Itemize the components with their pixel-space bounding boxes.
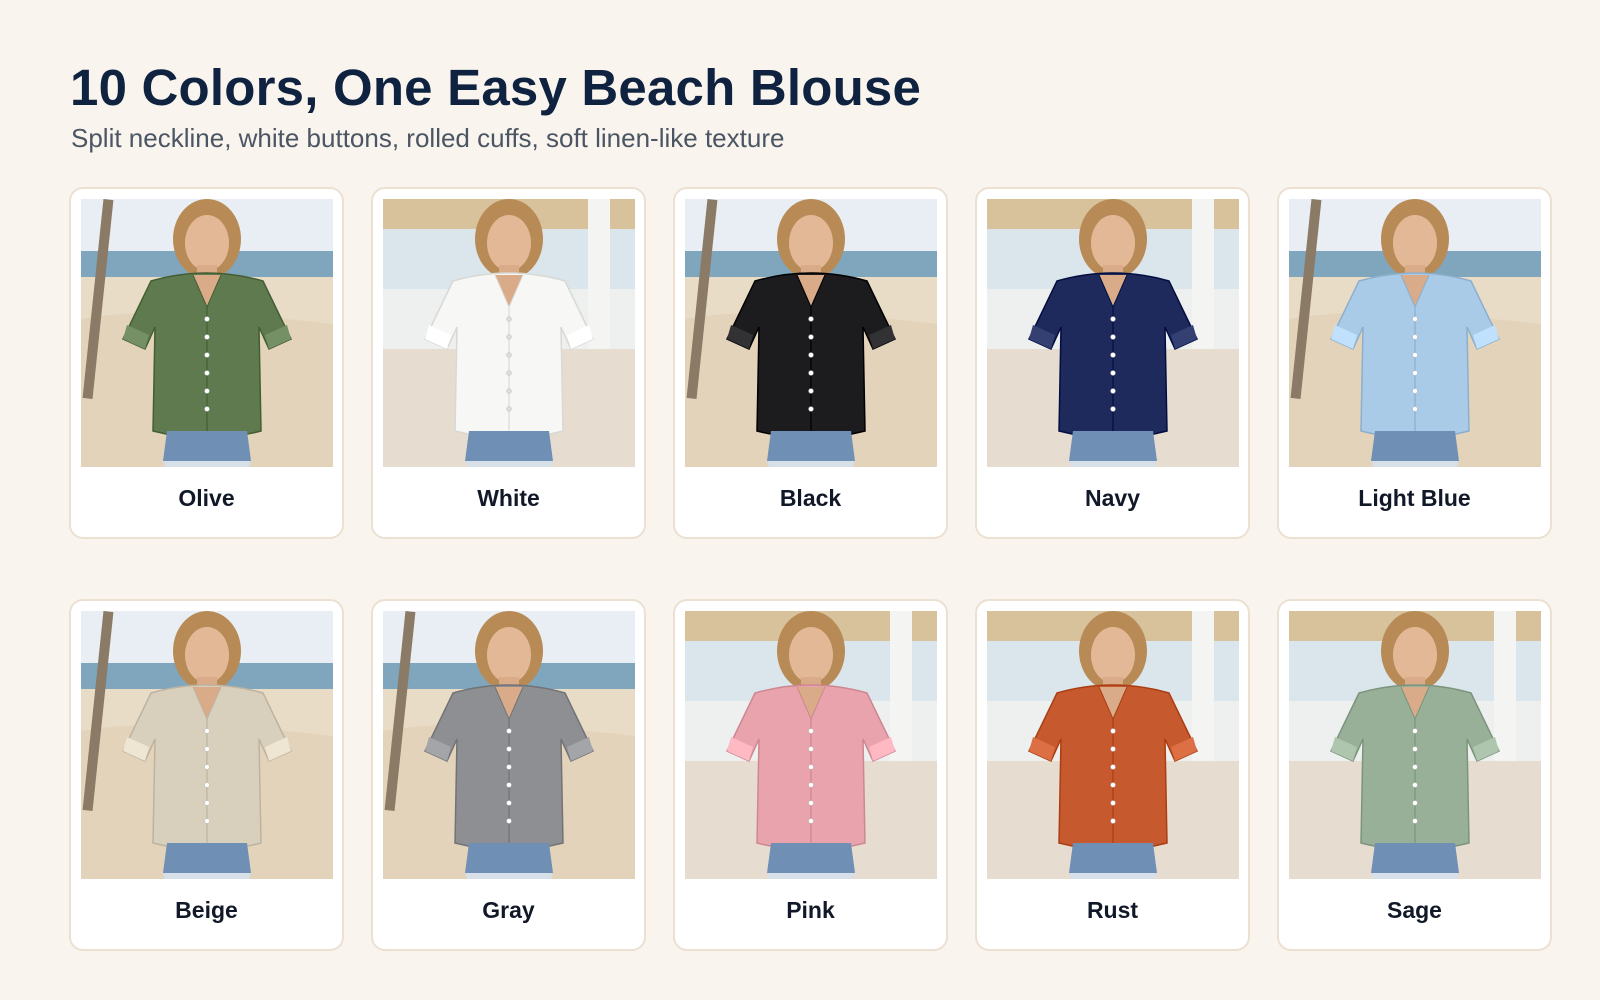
product-photo [81, 199, 333, 467]
product-photo [383, 611, 635, 879]
color-card-white[interactable]: White [371, 187, 646, 539]
color-card-light-blue[interactable]: Light Blue [1277, 187, 1552, 539]
color-label: Rust [1086, 897, 1139, 923]
color-card-black[interactable]: Black [673, 187, 948, 539]
product-photo [987, 199, 1239, 467]
color-label: Pink [786, 897, 835, 923]
color-label: Navy [1085, 485, 1140, 511]
product-photo [987, 611, 1239, 879]
color-card-sage[interactable]: Sage [1277, 599, 1552, 951]
product-photo [685, 611, 937, 879]
color-label: White [477, 485, 540, 511]
color-label: Sage [1387, 897, 1442, 923]
product-photo [1289, 199, 1541, 467]
color-label: Gray [482, 897, 535, 923]
color-label: Black [779, 485, 842, 511]
page-subtitle: Split neckline, white buttons, rolled cu… [71, 123, 785, 153]
color-grid: Olive White Black Navy Light Blue Beige … [69, 187, 1552, 951]
color-card-beige[interactable]: Beige [69, 599, 344, 951]
color-card-rust[interactable]: Rust [975, 599, 1250, 951]
color-label: Light Blue [1358, 485, 1471, 511]
color-card-navy[interactable]: Navy [975, 187, 1250, 539]
color-card-pink[interactable]: Pink [673, 599, 948, 951]
product-photo [81, 611, 333, 879]
color-label: Olive [178, 485, 235, 511]
color-card-gray[interactable]: Gray [371, 599, 646, 951]
color-card-olive[interactable]: Olive [69, 187, 344, 539]
product-photo [1289, 611, 1541, 879]
product-photo [383, 199, 635, 467]
color-label: Beige [175, 897, 238, 923]
page-title: 10 Colors, One Easy Beach Blouse [70, 59, 922, 116]
product-photo [685, 199, 937, 467]
